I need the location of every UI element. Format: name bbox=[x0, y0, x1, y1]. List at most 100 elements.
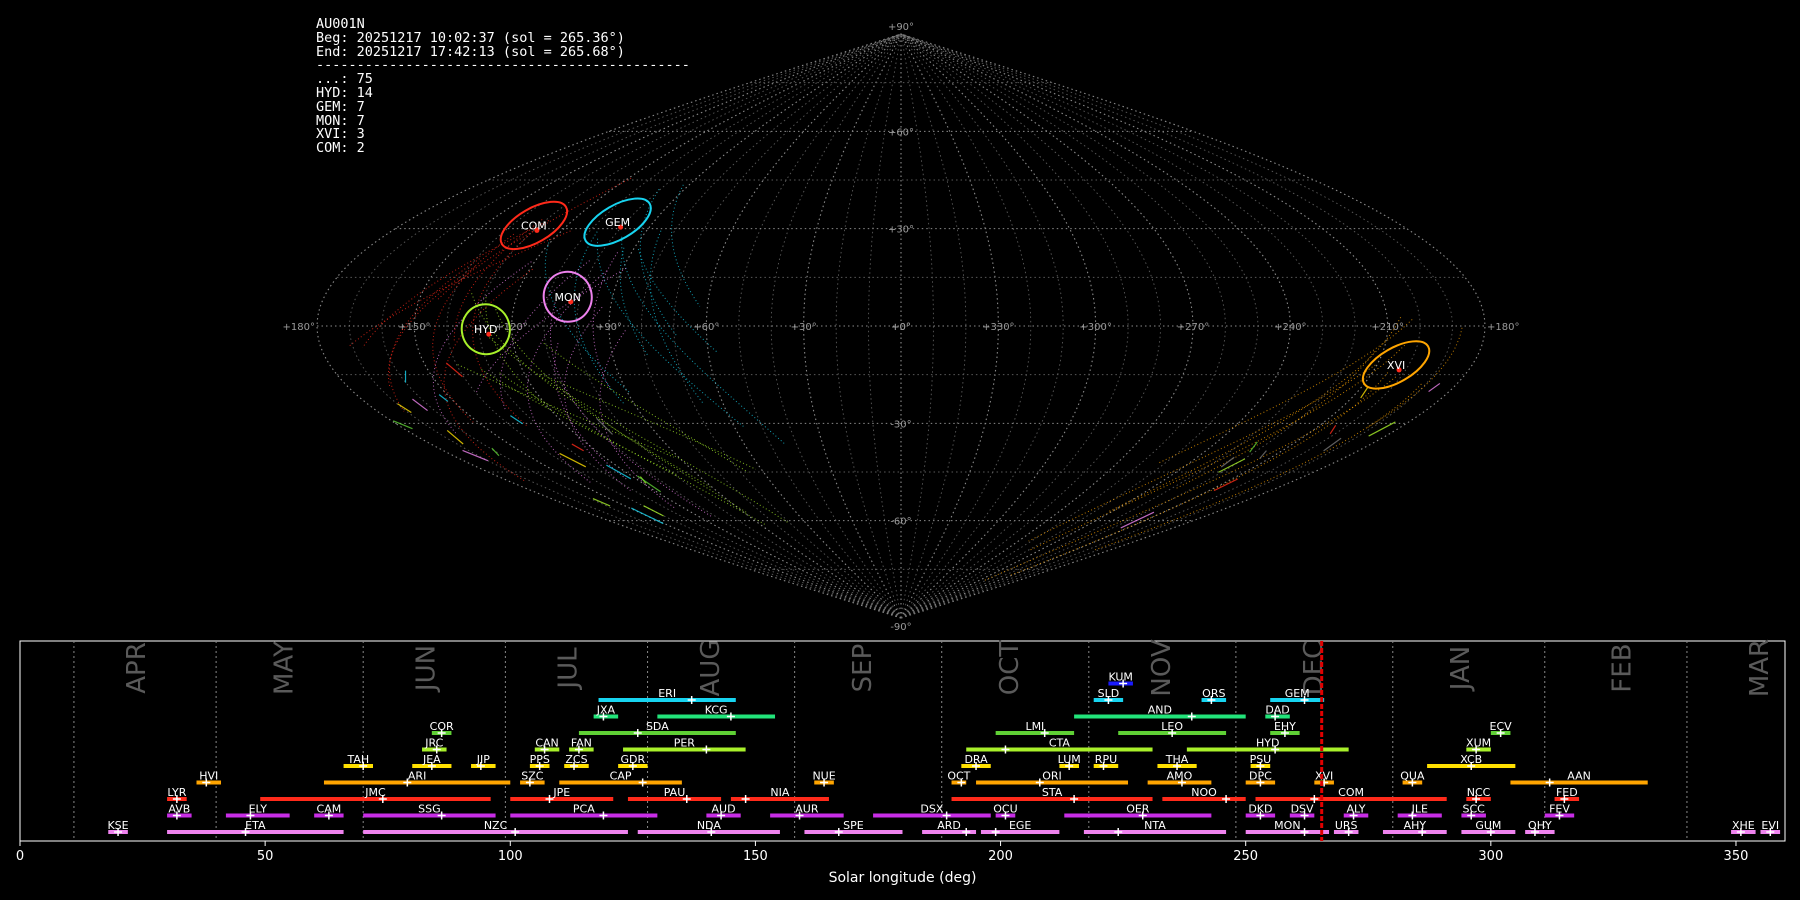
count-hyd: HYD: 14 bbox=[316, 84, 373, 101]
shower-label: OCU bbox=[993, 803, 1017, 816]
count-gem: GEM: 7 bbox=[316, 98, 365, 115]
shower-label: STA bbox=[1042, 786, 1063, 799]
shower-label: AAN bbox=[1567, 770, 1591, 783]
month-label: APR bbox=[122, 642, 152, 694]
shower-label: XUM bbox=[1466, 737, 1491, 750]
shower-label: LEO bbox=[1161, 720, 1183, 733]
shower-rpu: RPU bbox=[1093, 753, 1119, 770]
shower-label: XHE bbox=[1732, 819, 1755, 832]
shower-label: OCT bbox=[947, 770, 970, 783]
shower-label: ZCS bbox=[565, 753, 587, 766]
shower-label: JRC bbox=[424, 737, 443, 750]
shower-label: ECV bbox=[1490, 720, 1513, 733]
shower-label: SDA bbox=[646, 720, 669, 733]
shower-label: SCC bbox=[1463, 803, 1486, 816]
shower-label: CAN bbox=[535, 737, 558, 750]
shower-evi: EVI bbox=[1760, 819, 1781, 836]
x-axis-label: Solar longitude (deg) bbox=[829, 870, 977, 886]
shower-urs: URS bbox=[1333, 819, 1359, 836]
shower-ehy: EHY bbox=[1270, 720, 1300, 737]
shower-gdr: GDR bbox=[618, 753, 648, 770]
shower-label: AHY bbox=[1404, 819, 1427, 832]
shower-label: SZC bbox=[521, 770, 544, 783]
shower-lum: LUM bbox=[1058, 753, 1081, 770]
shower-jrc: JRC bbox=[422, 737, 447, 754]
shower-hvi: HVI bbox=[196, 770, 222, 787]
month-label: JUN bbox=[411, 645, 441, 693]
x-tick-label: 200 bbox=[988, 849, 1013, 864]
month-label: OCT bbox=[995, 641, 1025, 696]
shower-label: ERI bbox=[658, 687, 676, 700]
shower-lyr: LYR bbox=[167, 786, 187, 803]
shower-label: LMI bbox=[1025, 720, 1044, 733]
shower-label: OHY bbox=[1528, 819, 1552, 832]
shower-cam: CAM bbox=[314, 803, 344, 820]
shower-dsv: DSV bbox=[1289, 803, 1315, 820]
x-tick-label: 0 bbox=[16, 849, 24, 864]
shower-label: DRA bbox=[964, 753, 988, 766]
shower-label: NTA bbox=[1144, 819, 1166, 832]
shower-cor: COR bbox=[430, 720, 454, 737]
month-label: FEB bbox=[1608, 643, 1638, 692]
shower-label: JXA bbox=[596, 704, 616, 717]
shower-qua: QUA bbox=[1400, 770, 1425, 787]
shower-xvi: XVI bbox=[1314, 770, 1334, 787]
shower-label: EVI bbox=[1761, 819, 1779, 832]
shower-dad: DAD bbox=[1265, 704, 1290, 721]
shower-label: HVI bbox=[199, 770, 218, 783]
month-label: MAY bbox=[269, 641, 299, 695]
x-tick-label: 300 bbox=[1478, 849, 1503, 864]
shower-fed: FED bbox=[1554, 786, 1580, 803]
shower-dra: DRA bbox=[961, 753, 991, 770]
shower-label: EGE bbox=[1009, 819, 1031, 832]
shower-dkd: DKD bbox=[1245, 803, 1276, 820]
shower-label: SSG bbox=[418, 803, 441, 816]
shower-label: FED bbox=[1556, 786, 1578, 799]
shower-timeline: APR MAY JUN JUL AUG SEP OCT NOV DEC JAN FEB MARKUME… bbox=[16, 639, 1786, 886]
shower-ecv: ECV bbox=[1490, 720, 1513, 737]
shower-dpc: DPC bbox=[1245, 770, 1276, 787]
shower-fan: FAN bbox=[569, 737, 594, 754]
shower-can: CAN bbox=[534, 737, 560, 754]
shower-label: NZC bbox=[484, 819, 508, 832]
count-mon: MON: 7 bbox=[316, 112, 365, 129]
shower-label: ARD bbox=[937, 819, 961, 832]
x-tick-label: 350 bbox=[1724, 849, 1749, 864]
shower-label: ETA bbox=[245, 819, 266, 832]
month-label: JAN bbox=[1446, 646, 1476, 692]
shower-xum: XUM bbox=[1466, 737, 1491, 754]
shower-kse: KSE bbox=[107, 819, 129, 836]
observation-info: AU001N Beg: 20251217 10:02:37 (sol = 265.… bbox=[316, 17, 690, 157]
shower-label: AUD bbox=[712, 803, 736, 816]
shower-label: AND bbox=[1148, 704, 1172, 717]
shower-label: ORI bbox=[1042, 770, 1062, 783]
shower-aud: AUD bbox=[706, 803, 741, 820]
count-xvi: XVI: 3 bbox=[316, 126, 365, 143]
shower-label: JPE bbox=[552, 786, 570, 799]
shower-label: ORS bbox=[1202, 687, 1225, 700]
shower-label: KSE bbox=[107, 819, 128, 832]
shower-label: DSX bbox=[920, 803, 943, 816]
shower-label: SPE bbox=[843, 819, 864, 832]
shower-label: ELY bbox=[249, 803, 268, 816]
shower-label: JLE bbox=[1411, 803, 1428, 816]
shower-label: QUA bbox=[1400, 770, 1425, 783]
shower-ocu: OCU bbox=[993, 803, 1018, 820]
month-label: MAR bbox=[1745, 639, 1775, 697]
shower-label: AMO bbox=[1167, 770, 1193, 783]
shower-label: KCG bbox=[705, 704, 728, 717]
shower-szc: SZC bbox=[520, 770, 545, 787]
shower-label: LYR bbox=[167, 786, 186, 799]
shower-fev: FEV bbox=[1544, 803, 1575, 820]
shower-ohy: OHY bbox=[1525, 819, 1555, 836]
month-label: AUG bbox=[696, 640, 726, 697]
shower-zcs: ZCS bbox=[564, 753, 589, 770]
shower-label: GEM bbox=[1285, 687, 1310, 700]
shower-avb: AVB bbox=[167, 803, 192, 820]
x-tick-label: 250 bbox=[1233, 849, 1258, 864]
shower-label: XCB bbox=[1460, 753, 1482, 766]
shower-label: HYD bbox=[1256, 737, 1279, 750]
shower-label: NOO bbox=[1191, 786, 1217, 799]
shower-label: DAD bbox=[1265, 704, 1289, 717]
count-com: COM: 2 bbox=[316, 140, 365, 157]
